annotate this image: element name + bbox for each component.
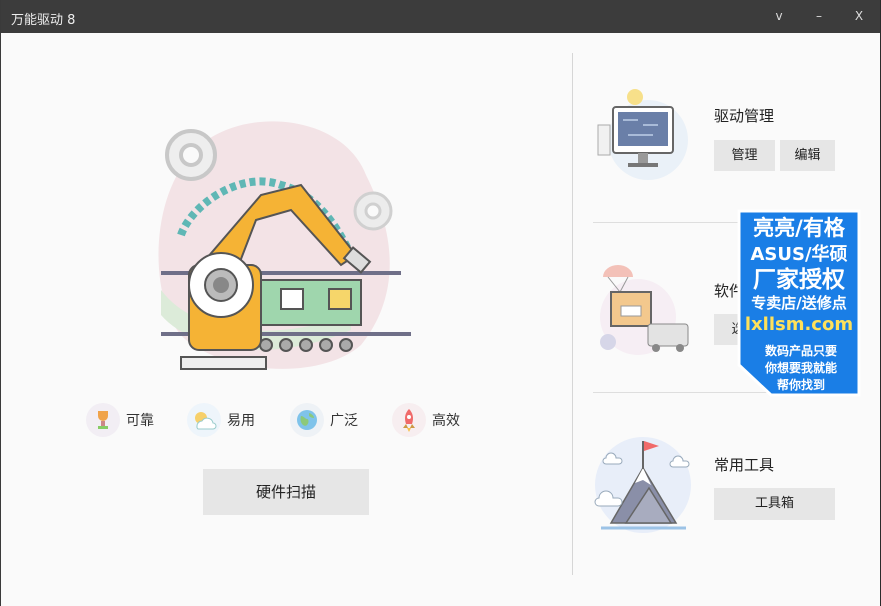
trophy-icon: [86, 403, 120, 437]
cloud-sun-icon: [187, 403, 221, 437]
common-tools-title: 常用工具: [714, 456, 775, 474]
mountain-flag-icon: [594, 437, 691, 533]
feature-easy: 易用: [187, 402, 255, 438]
monitor-icon: [597, 89, 688, 180]
store-watermark-badge: 亮亮/有格 ASUS/华硕 厂家授权 专卖店/送修点 lxllsm.com 数码…: [737, 209, 861, 397]
watermark-line: 帮你找到: [777, 377, 825, 392]
feature-broad: 广泛: [290, 402, 358, 438]
watermark-line: lxllsm.com: [745, 314, 853, 335]
robot-arm-illustration: [158, 121, 411, 370]
driver-management-title: 驱动管理: [714, 107, 775, 125]
hardware-scan-button[interactable]: 硬件扫描: [203, 469, 369, 515]
app-window: 万能驱动 8 v – X 可靠 易用 广泛 高效 硬件扫描 驱动管理 管理 编辑…: [0, 0, 880, 606]
manage-button[interactable]: 管理: [714, 140, 775, 171]
watermark-line: ASUS/华硕: [750, 243, 847, 265]
watermark-line: 数码产品只要: [765, 343, 837, 358]
watermark-line: 你想要我就能: [764, 360, 837, 375]
feature-label: 易用: [227, 413, 255, 429]
feature-label: 广泛: [330, 413, 358, 429]
globe-icon: [290, 403, 324, 437]
watermark-line: 专卖店/送修点: [751, 294, 846, 312]
feature-reliable: 可靠: [86, 402, 154, 438]
feature-label: 可靠: [126, 413, 154, 429]
minimize-button[interactable]: –: [808, 6, 830, 26]
collapse-button[interactable]: v: [768, 6, 790, 26]
package-box-icon: [600, 265, 689, 355]
close-button[interactable]: X: [848, 6, 870, 26]
window-title: 万能驱动 8: [11, 13, 76, 28]
toolbox-button[interactable]: 工具箱: [714, 488, 835, 520]
edit-button[interactable]: 编辑: [780, 140, 835, 171]
vertical-divider: [572, 53, 573, 575]
feature-efficient: 高效: [392, 402, 460, 438]
watermark-line: 亮亮/有格: [753, 216, 846, 240]
feature-label: 高效: [432, 413, 460, 429]
rocket-icon: [392, 403, 426, 437]
gear-icon: [165, 129, 217, 181]
watermark-line: 厂家授权: [753, 266, 845, 293]
title-bar[interactable]: 万能驱动 8 v – X: [1, 0, 880, 33]
